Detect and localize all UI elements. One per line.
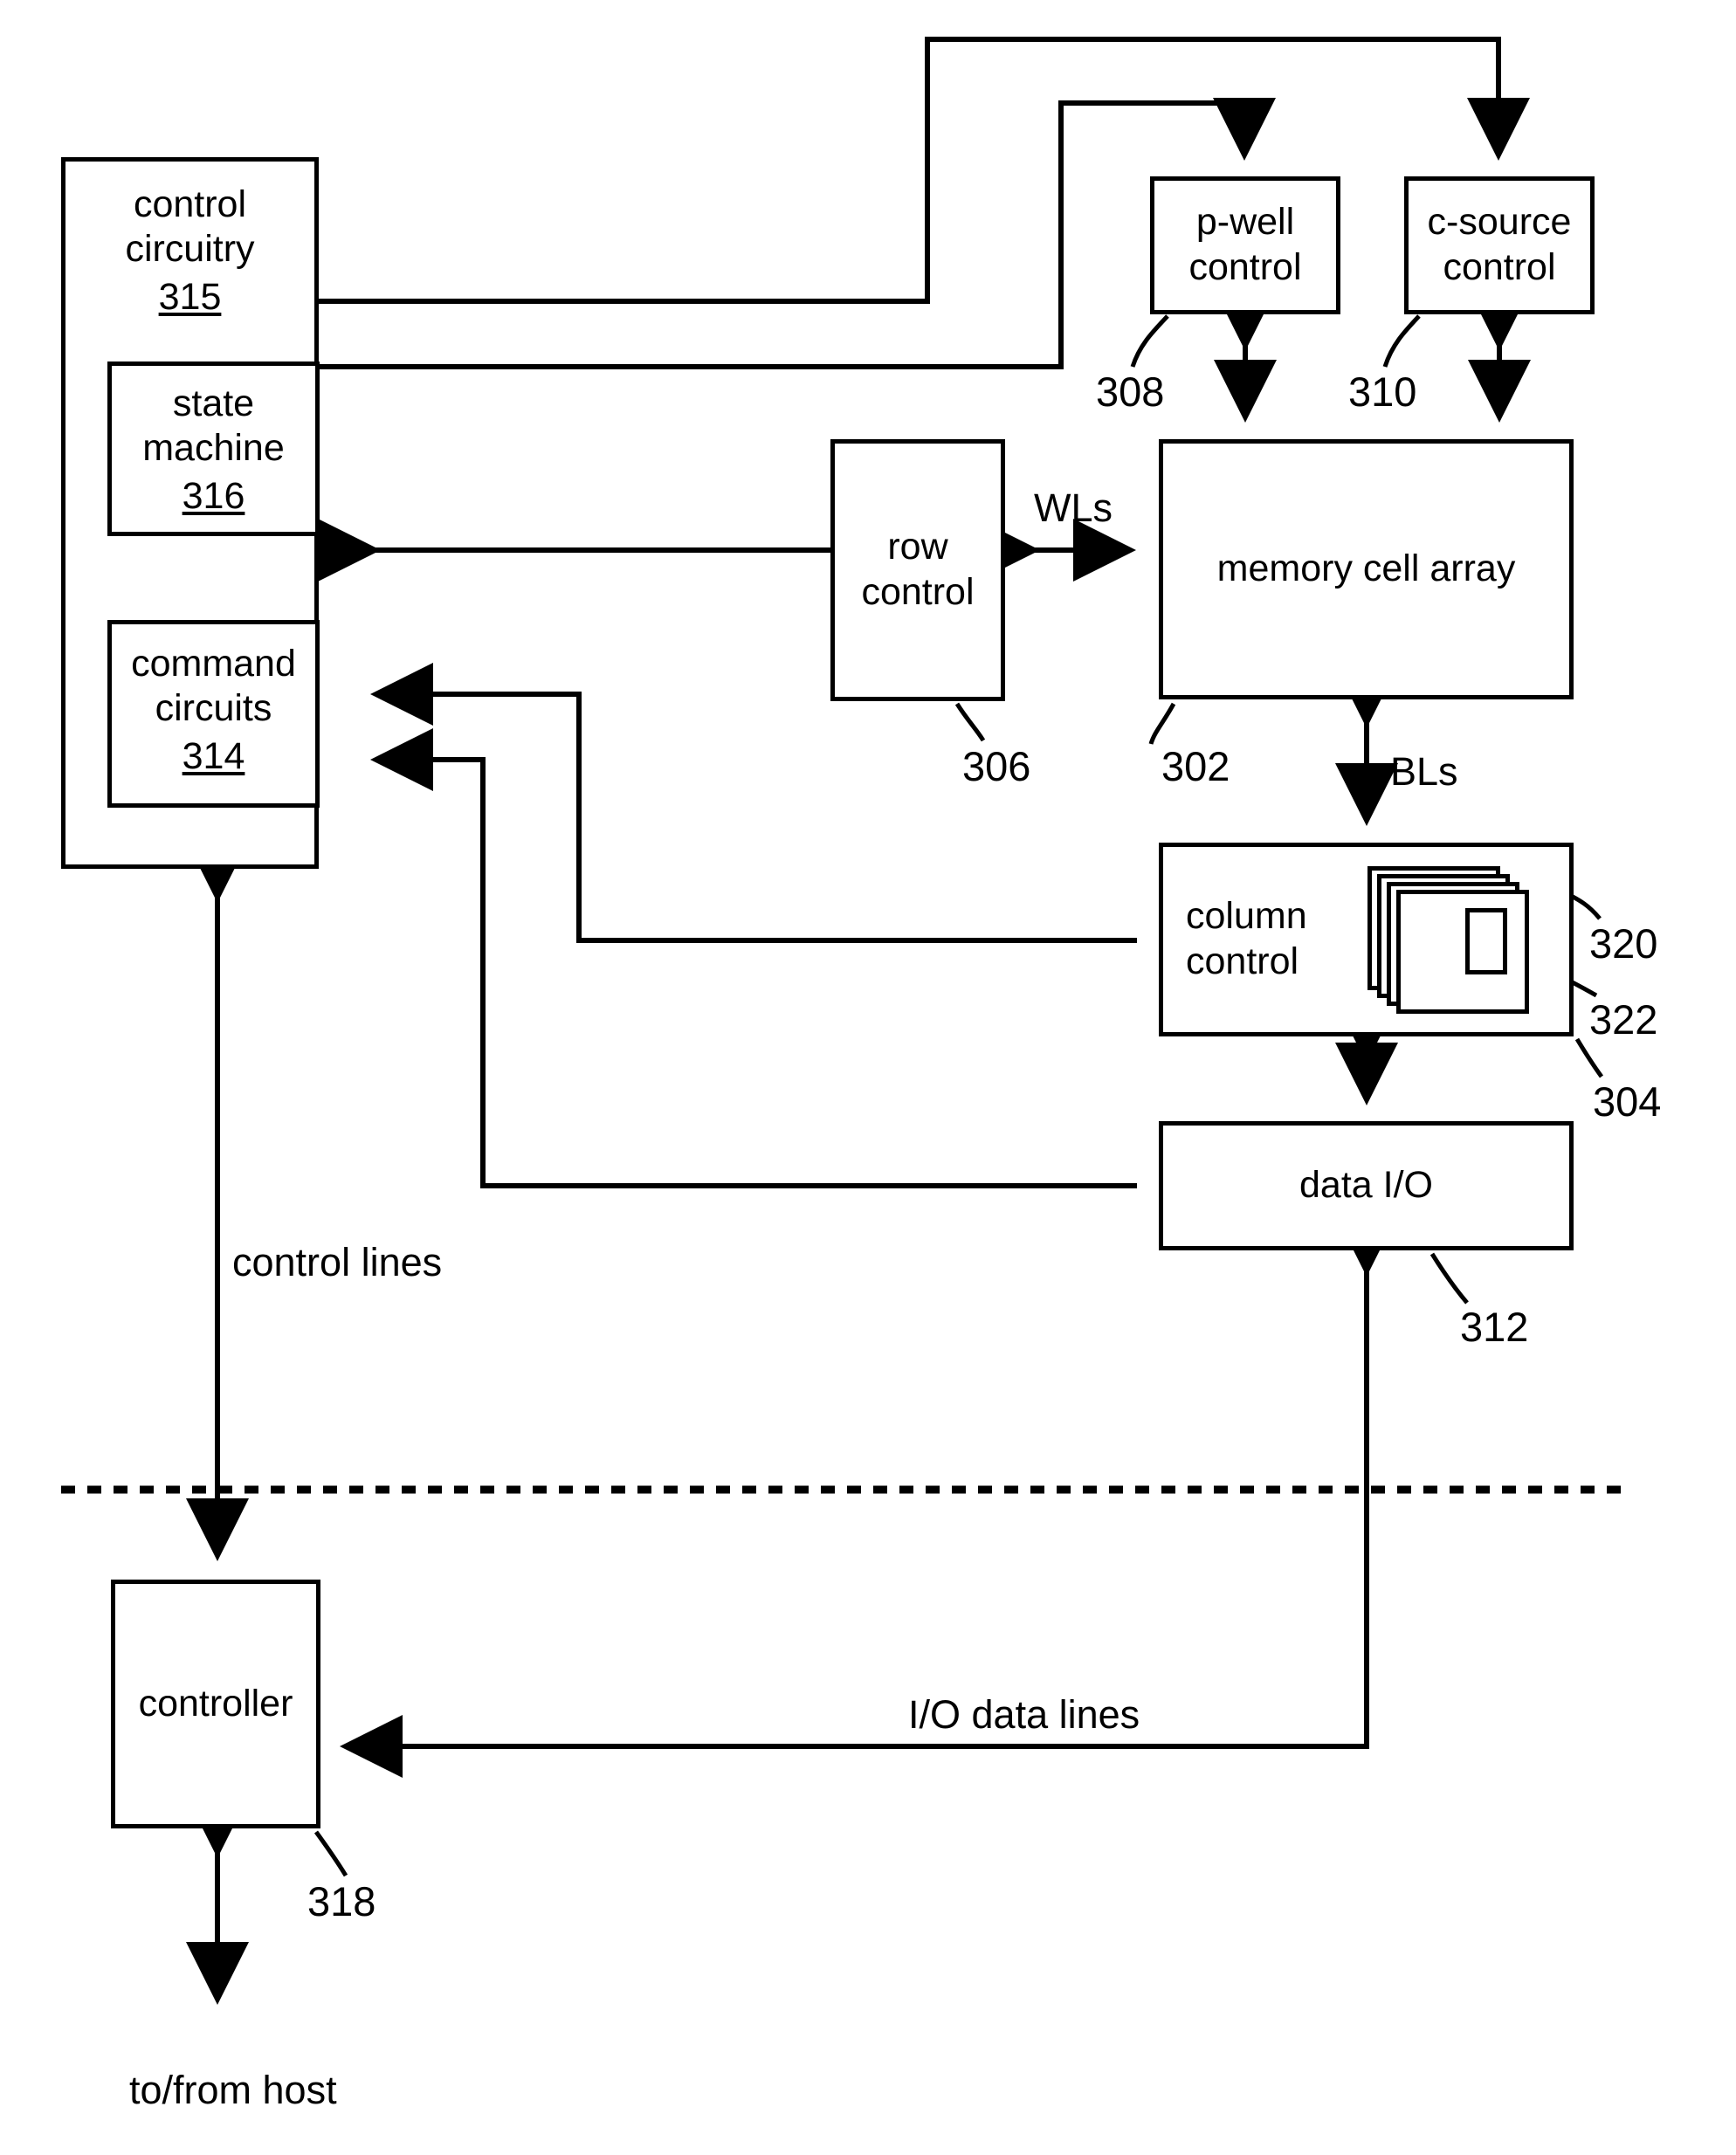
leader-302: [1148, 702, 1176, 745]
ref-number-312: 312: [1460, 1304, 1529, 1350]
block-c-source-control[interactable]: c-source control: [1404, 176, 1595, 314]
wire-colctrl-to-command: [370, 663, 1137, 943]
ref-315: 315: [158, 276, 222, 318]
page-stack-inner-cell: [1465, 908, 1507, 974]
block-state-machine-label: state machine: [142, 382, 285, 469]
page-stack: [1367, 866, 1561, 1022]
control-lines-label: control lines: [232, 1240, 443, 1284]
block-command-circuits[interactable]: command circuits 314: [107, 620, 320, 808]
ref-number-308: 308: [1096, 368, 1165, 415]
block-controller[interactable]: controller: [111, 1580, 320, 1828]
ref-number-306: 306: [962, 743, 1031, 789]
ref-number-304: 304: [1593, 1078, 1662, 1125]
ref-number-302: 302: [1161, 743, 1230, 789]
wire-io-data-lines: [340, 1214, 1398, 1778]
ref-number-310: 310: [1348, 368, 1417, 415]
block-p-well-control-label: p-well control: [1188, 201, 1302, 288]
leader-306: [954, 702, 986, 742]
bls-label: BLs: [1390, 749, 1458, 794]
block-column-control[interactable]: column control: [1159, 843, 1574, 1036]
block-data-io-label: data I/O: [1299, 1164, 1433, 1207]
wire-dataio-to-command: [370, 728, 1137, 1188]
block-row-control-label: row control: [861, 526, 975, 613]
io-data-lines-label: I/O data lines: [908, 1692, 1140, 1737]
leader-310: [1382, 314, 1421, 368]
block-c-source-control-label: c-source control: [1427, 201, 1572, 288]
page-stack-sheet-4: [1396, 890, 1529, 1014]
ref-314: 314: [182, 735, 245, 777]
block-command-circuits-label: command circuits: [131, 643, 296, 729]
wire-ctrl-to-pwell: [319, 98, 1276, 369]
block-p-well-control[interactable]: p-well control: [1150, 176, 1340, 314]
leader-318: [313, 1830, 348, 1877]
leader-312: [1429, 1252, 1469, 1305]
ref-number-322: 322: [1589, 996, 1658, 1043]
ref-number-320: 320: [1589, 920, 1658, 967]
leader-304: [1574, 1037, 1604, 1078]
block-control-circuitry-label: control circuitry: [125, 183, 255, 270]
block-column-control-label: column control: [1186, 895, 1307, 982]
diagram-canvas: control circuitry 315 state machine 316 …: [0, 0, 1736, 2155]
block-row-control[interactable]: row control: [830, 439, 1005, 701]
leader-308: [1130, 314, 1169, 368]
ref-number-318: 318: [307, 1878, 376, 1924]
block-memory-cell-array[interactable]: memory cell array: [1159, 439, 1574, 699]
wls-label: WLs: [1034, 485, 1113, 530]
block-controller-label: controller: [138, 1682, 293, 1725]
block-state-machine[interactable]: state machine 316: [107, 361, 320, 536]
to-from-host-label: to/from host: [129, 2068, 337, 2112]
block-data-io[interactable]: data I/O: [1159, 1121, 1574, 1250]
block-memory-cell-array-label: memory cell array: [1216, 547, 1516, 590]
ref-316: 316: [182, 475, 245, 517]
